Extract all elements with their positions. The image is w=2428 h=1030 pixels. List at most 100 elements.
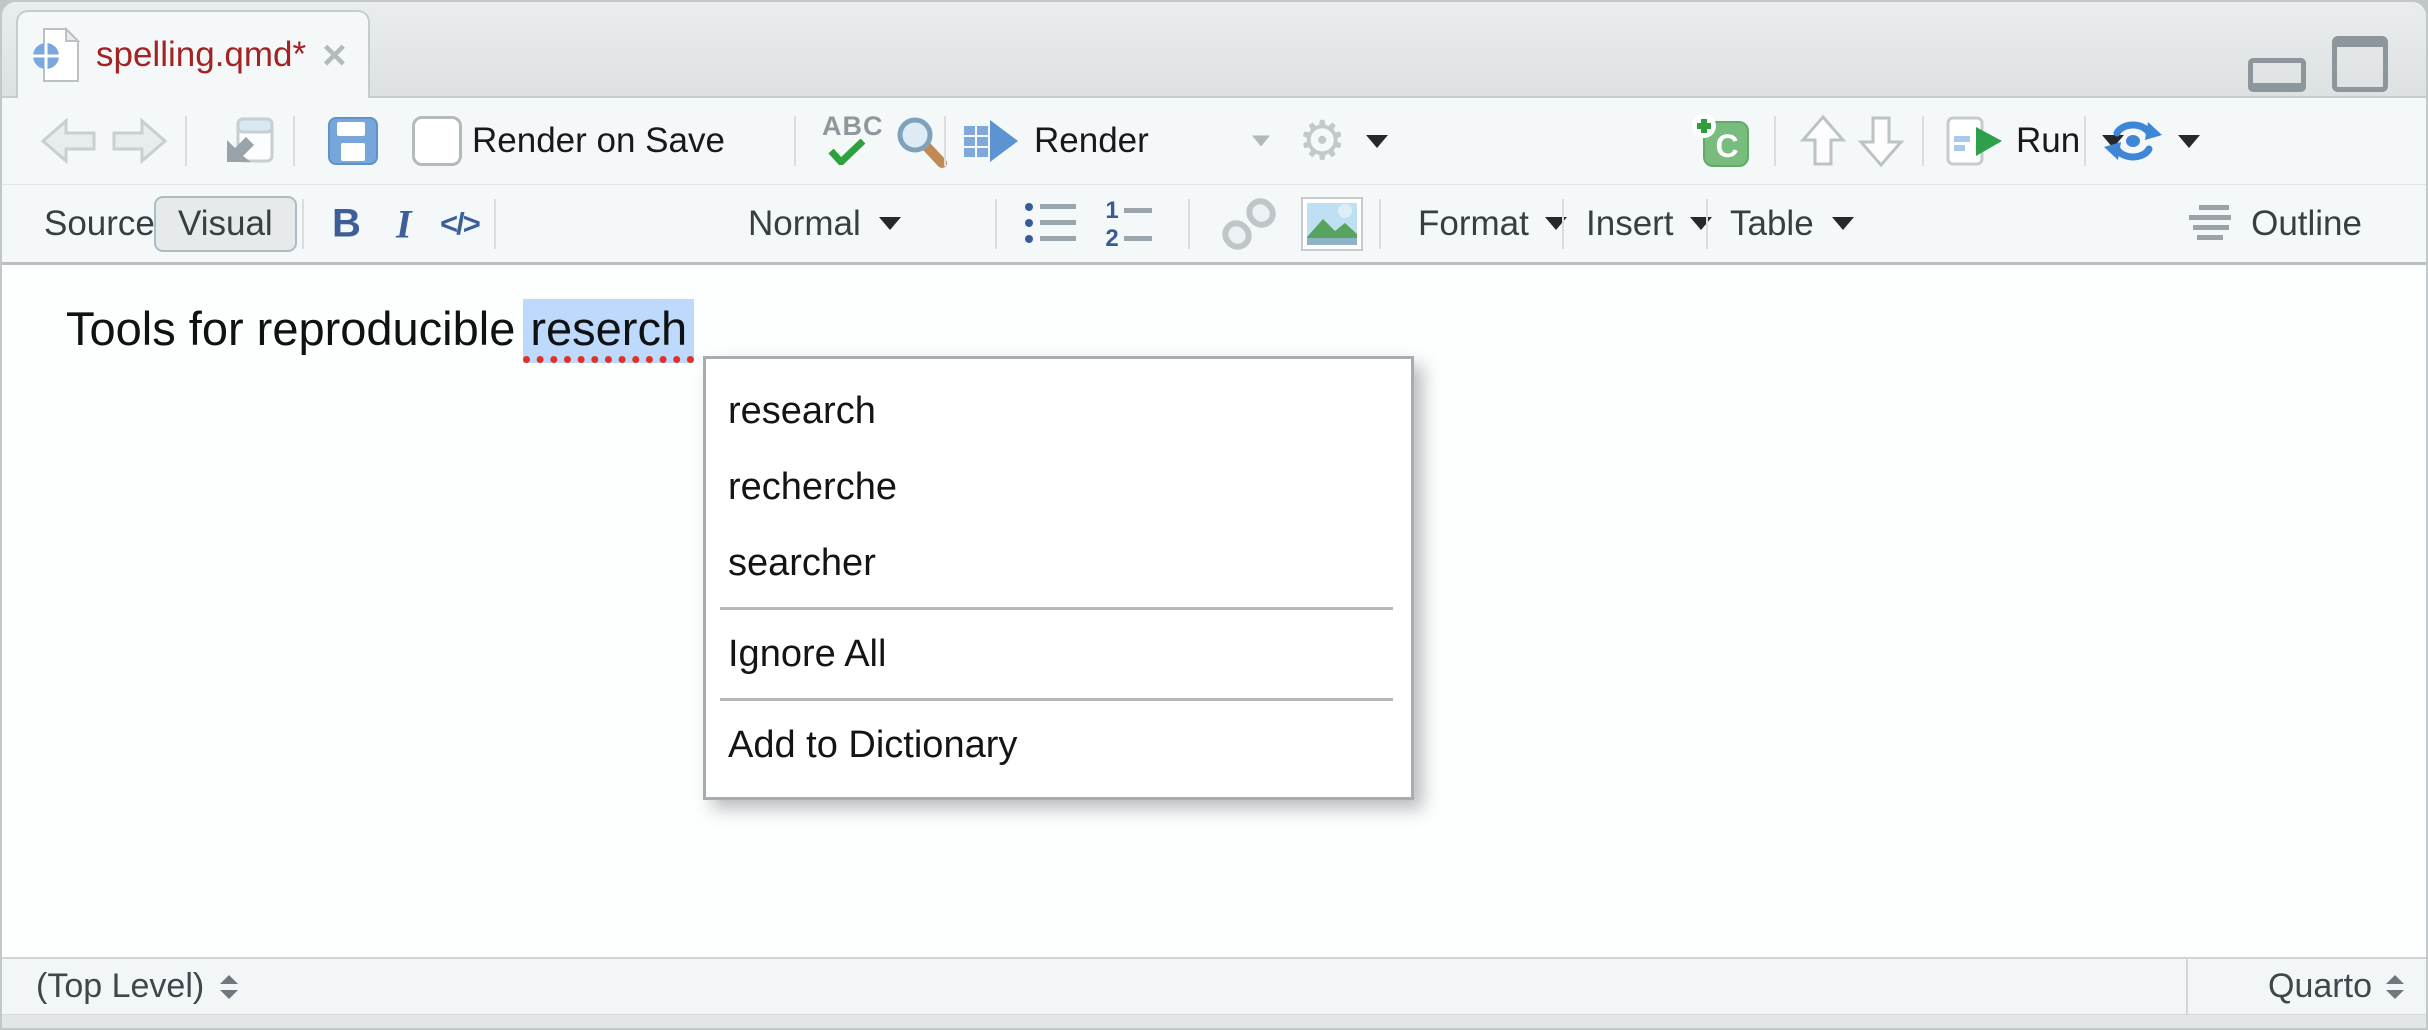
chevron-down-icon (1690, 217, 1712, 230)
inline-code-button[interactable]: </> (440, 206, 479, 242)
insert-image-button[interactable] (1301, 197, 1363, 251)
forward-arrow-icon (110, 118, 168, 164)
visual-mode-label: Visual (178, 204, 273, 244)
toolbar-separator (794, 116, 796, 166)
open-in-new-window-button[interactable] (222, 115, 276, 167)
popout-window-icon (222, 115, 276, 167)
numbered-list-icon: 1 2 (1104, 199, 1162, 249)
green-check-icon (828, 139, 866, 165)
document-text-line: Tools for reproduciblereserch (66, 301, 694, 356)
toolbar-separator (1922, 116, 1924, 166)
tab-spelling-qmd[interactable]: spelling.qmd* × (16, 10, 370, 98)
insert-chunk-button[interactable]: C (1690, 112, 1750, 170)
find-replace-button[interactable] (892, 113, 948, 169)
run-button[interactable]: Run (1946, 116, 2124, 166)
window-controls (2248, 36, 2388, 92)
rerun-options-dropdown-icon[interactable] (2178, 135, 2200, 148)
tab-close-icon[interactable]: × (322, 34, 347, 76)
menu-separator (720, 698, 1393, 701)
toolbar-separator (2084, 116, 2086, 166)
next-chunk-button[interactable] (1858, 114, 1904, 168)
render-on-save-label: Render on Save (472, 121, 725, 161)
misspelled-word-selected[interactable]: reserch (523, 299, 694, 363)
bullet-list-button[interactable] (1024, 201, 1080, 247)
save-button[interactable] (328, 117, 378, 165)
up-arrow-icon (1800, 114, 1846, 168)
toolbar-separator (293, 116, 295, 166)
numbered-list-button[interactable]: 1 2 (1104, 199, 1162, 249)
rerun-refresh-icon (2104, 116, 2162, 166)
chevron-down-icon (1366, 135, 1388, 148)
table-menu-label: Table (1730, 204, 1814, 244)
toolbar-separator (1706, 199, 1708, 249)
image-icon (1301, 197, 1363, 251)
tab-strip: spelling.qmd* × (2, 2, 2426, 98)
forward-button[interactable] (110, 118, 168, 164)
insert-link-button[interactable] (1222, 197, 1276, 251)
bullet-list-icon (1024, 201, 1080, 247)
run-label: Run (2016, 121, 2080, 161)
toolbar-separator (1379, 199, 1381, 249)
outline-toggle-button[interactable]: Outline (2189, 204, 2362, 244)
search-icon (892, 113, 948, 169)
sort-updown-icon (2384, 973, 2406, 1001)
previous-chunk-button[interactable] (1800, 114, 1846, 168)
text-before-misspelling: Tools for reproducible (66, 302, 515, 355)
visual-mode-button[interactable]: Visual (154, 196, 297, 252)
window-bottom-frame (2, 1014, 2426, 1028)
render-settings-button[interactable]: ⚙ (1298, 114, 1388, 168)
table-menu[interactable]: Table (1730, 204, 1854, 244)
render-button[interactable]: Render (964, 118, 1149, 164)
insert-menu-label: Insert (1586, 204, 1674, 244)
source-mode-button[interactable]: Source (44, 204, 155, 244)
insert-menu[interactable]: Insert (1586, 204, 1712, 244)
spellcheck-button[interactable]: ABC (820, 111, 890, 171)
status-bar: (Top Level) Quarto (2, 957, 2426, 1014)
back-button[interactable] (40, 118, 98, 164)
tab-title: spelling.qmd* (96, 35, 306, 75)
toolbar-separator (995, 199, 997, 249)
number-one: 1 (1105, 199, 1118, 224)
suggestion-item[interactable]: recherche (706, 449, 1411, 525)
gear-icon: ⚙ (1298, 114, 1346, 168)
toolbar-separator (944, 116, 946, 166)
paragraph-style-dropdown[interactable]: Normal (748, 204, 901, 244)
down-arrow-icon (1858, 114, 1904, 168)
document-mode-selector[interactable]: Quarto (2186, 959, 2426, 1014)
save-disk-icon (328, 117, 378, 165)
scope-selector[interactable]: (Top Level) (36, 967, 240, 1006)
toolbar-separator (1562, 199, 1564, 249)
rerun-button[interactable] (2104, 116, 2200, 166)
format-toolbar: Source Visual B I </> Normal (2, 185, 2426, 265)
outline-icon (2189, 205, 2235, 243)
abc-letters: ABC (822, 111, 884, 142)
add-to-dictionary-item[interactable]: Add to Dictionary (706, 707, 1411, 783)
outline-label: Outline (2251, 204, 2362, 244)
back-arrow-icon (40, 118, 98, 164)
italic-button[interactable]: I (396, 200, 412, 247)
bold-button[interactable]: B (332, 201, 361, 246)
maximize-button[interactable] (2332, 36, 2388, 92)
minimize-button[interactable] (2248, 58, 2306, 92)
scope-label: (Top Level) (36, 967, 204, 1006)
quarto-document-icon (32, 26, 82, 84)
toolbar-separator (494, 199, 496, 249)
render-options-dropdown-icon[interactable] (1252, 136, 1270, 147)
format-menu-label: Format (1418, 204, 1529, 244)
toolbar-separator (185, 116, 187, 166)
render-on-save-checkbox[interactable] (412, 116, 462, 166)
render-icon (964, 118, 1020, 164)
suggestion-item[interactable]: research (706, 373, 1411, 449)
chunk-c-letter: C (1715, 128, 1738, 164)
paragraph-style-value: Normal (748, 204, 861, 244)
sort-updown-icon (218, 973, 240, 1001)
mode-label: Quarto (2268, 967, 2372, 1006)
format-menu[interactable]: Format (1418, 204, 1567, 244)
run-icon (1946, 116, 2004, 166)
menu-separator (720, 607, 1393, 610)
ignore-all-item[interactable]: Ignore All (706, 616, 1411, 692)
suggestion-item[interactable]: searcher (706, 525, 1411, 601)
render-label: Render (1034, 121, 1149, 161)
chevron-down-icon (879, 217, 901, 230)
toolbar-separator (302, 199, 304, 249)
